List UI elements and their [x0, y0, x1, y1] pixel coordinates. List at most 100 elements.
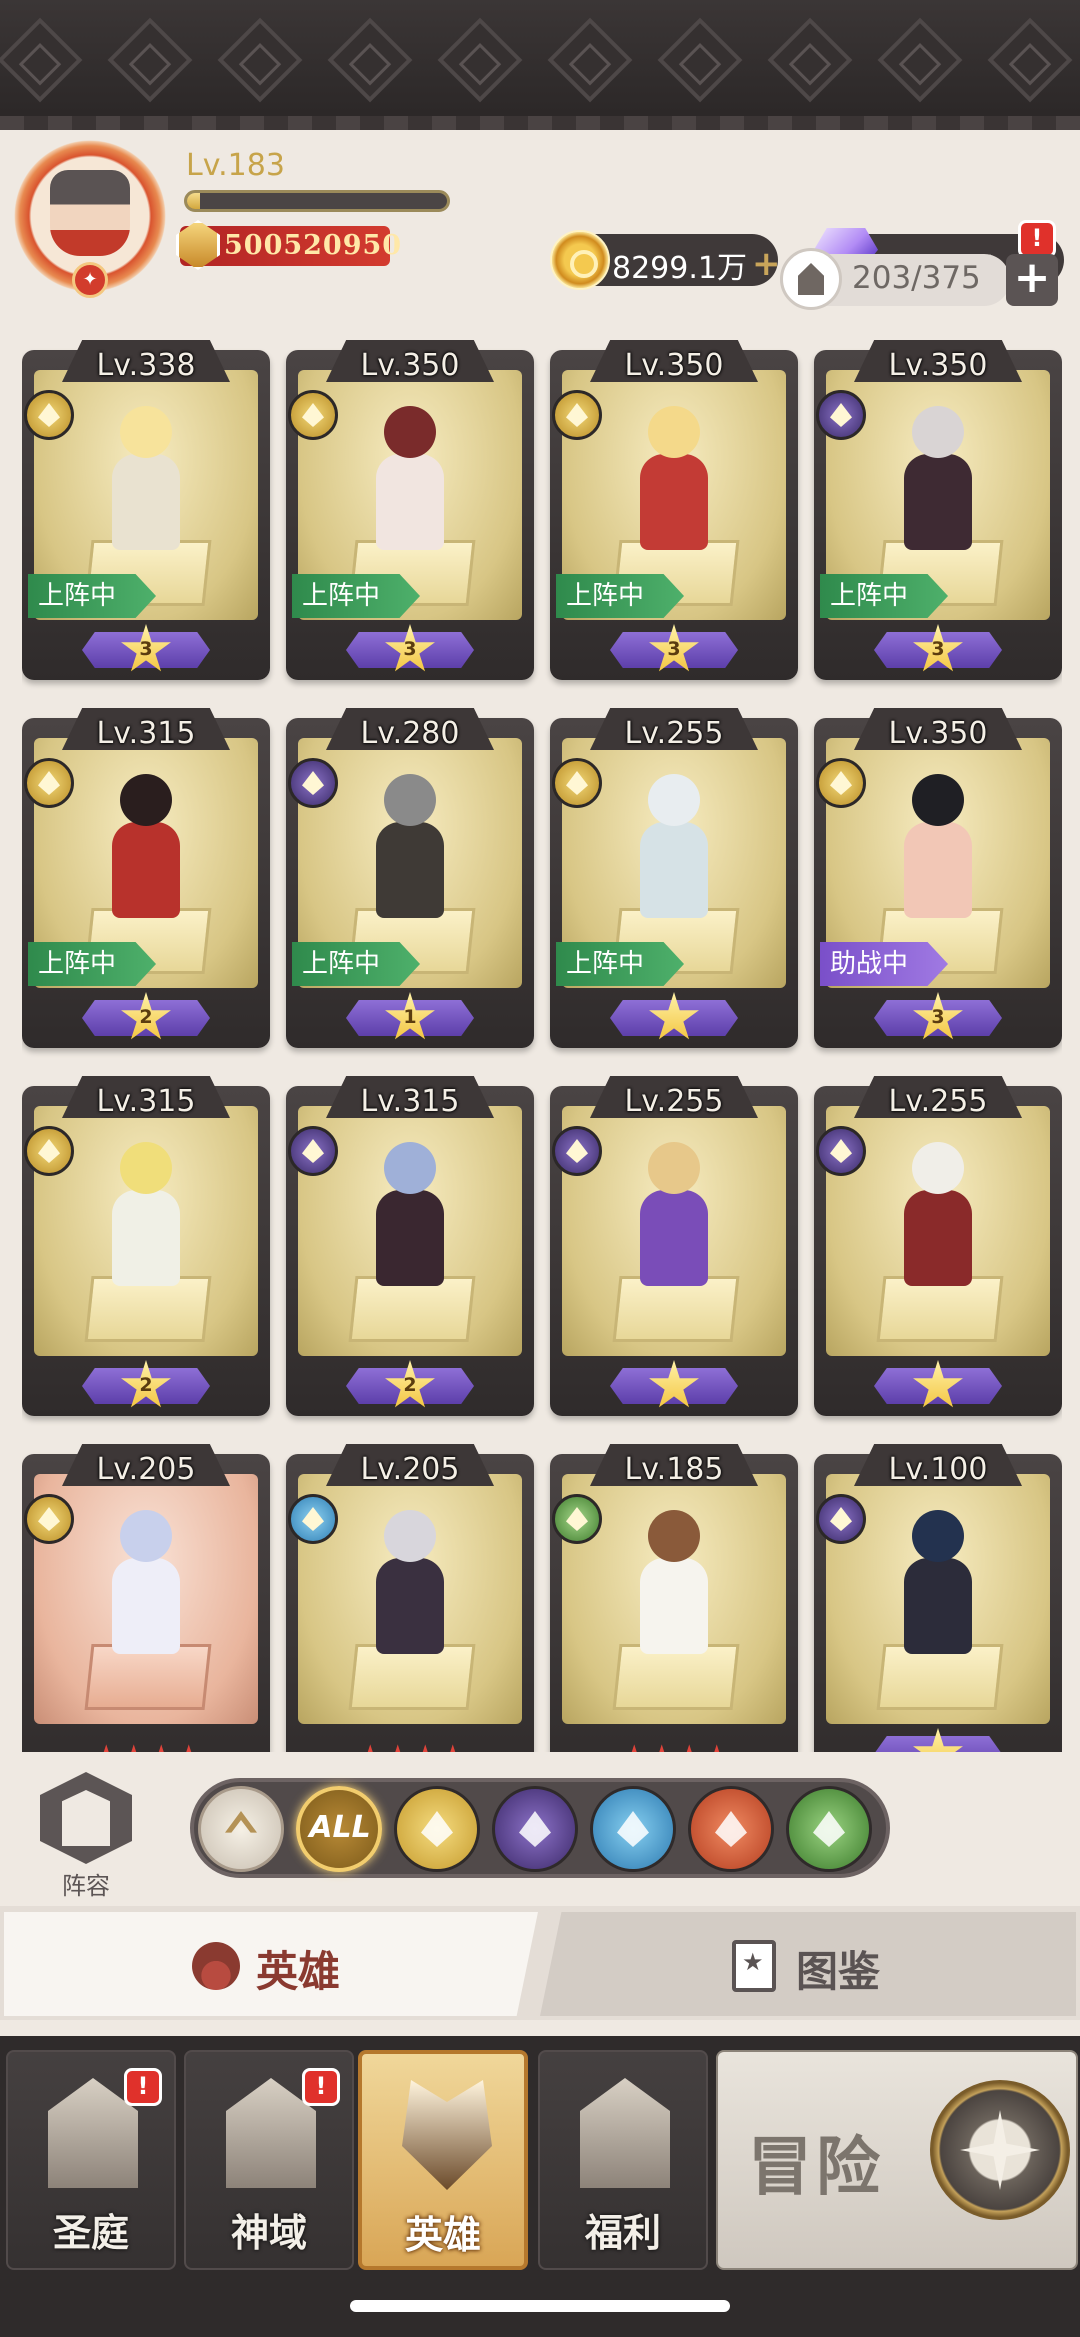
compass-icon — [930, 2080, 1070, 2220]
nav-sanctuary[interactable]: ! 圣庭 — [6, 2050, 176, 2270]
dark-faction-icon — [288, 1126, 338, 1176]
hero-helmet-icon — [192, 1942, 240, 1990]
hero-card[interactable]: Lv.280 上阵中 1 — [286, 708, 534, 1048]
star-count: 2 — [139, 1006, 153, 1028]
hero-sprite-body — [376, 1558, 444, 1654]
hero-level: Lv.100 — [888, 1452, 988, 1487]
hero-sprite — [94, 406, 198, 556]
avatar-portrait — [50, 170, 130, 256]
light-faction-icon — [552, 390, 602, 440]
hero-sprite-body — [904, 1190, 972, 1286]
hero-level: Lv.255 — [624, 1084, 724, 1119]
hero-card[interactable]: Lv.315 上阵中 2 — [22, 708, 270, 1048]
collapse-filter-button[interactable] — [198, 1786, 284, 1872]
hero-card[interactable]: Lv.205 ★★★★ — [286, 1444, 534, 1752]
adventure-button[interactable]: 冒险 — [716, 2050, 1078, 2270]
nav-benefits[interactable]: 福利 — [538, 2050, 708, 2270]
hero-sprite — [886, 1142, 990, 1292]
xp-bar — [184, 190, 450, 212]
deploy-status-tag: 上阵中 — [556, 574, 685, 618]
hero-sprite-body — [640, 822, 708, 918]
hero-sprite-body — [640, 1558, 708, 1654]
filter-fire-icon[interactable] — [688, 1786, 774, 1872]
filter-light-icon[interactable] — [394, 1786, 480, 1872]
star-count: 3 — [667, 638, 681, 660]
hero-sprite-head — [384, 406, 436, 458]
hero-sprite-head — [648, 406, 700, 458]
hero-sprite — [358, 1142, 462, 1292]
section-tabs: 英雄 图鉴 — [0, 1906, 1080, 2020]
hero-card[interactable]: Lv.205 ★★★★ — [22, 1444, 270, 1752]
hero-card[interactable]: Lv.338 上阵中 3 — [22, 340, 270, 680]
hero-sprite-head — [648, 1510, 700, 1562]
hero-card[interactable]: Lv.255 — [550, 1076, 798, 1416]
chess-pawn-icon — [40, 1772, 132, 1864]
hero-card[interactable]: Lv.350 上阵中 3 — [814, 340, 1062, 680]
tab-heroes[interactable]: 英雄 — [4, 1912, 538, 2016]
nav-divine-realm[interactable]: ! 神域 — [184, 2050, 354, 2270]
expand-capacity-button[interactable]: + — [1006, 254, 1058, 306]
hero-sprite-head — [384, 1142, 436, 1194]
hero-sprite-body — [112, 454, 180, 550]
star-count: 2 — [139, 1374, 153, 1396]
hero-card[interactable]: Lv.315 2 — [22, 1076, 270, 1416]
dark-faction-icon — [816, 1494, 866, 1544]
ornament — [877, 17, 963, 103]
hero-sprite-head — [120, 1510, 172, 1562]
star-count: 3 — [931, 1006, 945, 1028]
nav-benefits-label: 福利 — [584, 2211, 661, 2255]
hero-level: Lv.255 — [888, 1084, 988, 1119]
hero-card[interactable]: Lv.350 上阵中 3 — [286, 340, 534, 680]
light-faction-icon — [288, 390, 338, 440]
hero-sprite-head — [120, 774, 172, 826]
filter-dark-icon[interactable] — [492, 1786, 578, 1872]
hero-sprite — [622, 1510, 726, 1660]
hero-sprite-head — [648, 774, 700, 826]
hero-sprite-body — [112, 1190, 180, 1286]
filter-nature-icon[interactable] — [786, 1786, 872, 1872]
hero-sprite-head — [912, 1142, 964, 1194]
gold-value: 8299.1万 — [612, 251, 747, 286]
deploy-status-tag: 上阵中 — [820, 574, 949, 618]
hero-sprite — [622, 406, 726, 556]
power-gem-icon — [176, 220, 220, 270]
hero-level: Lv.205 — [360, 1452, 460, 1487]
nav-heroes[interactable]: 英雄 — [358, 2050, 528, 2270]
hero-card[interactable]: Lv.185 ★★★★ — [550, 1444, 798, 1752]
combat-power-value: 500520950 — [224, 230, 403, 261]
gold-coin-icon — [550, 230, 610, 290]
hero-sprite-body — [376, 1190, 444, 1286]
hero-card[interactable]: Lv.315 2 — [286, 1076, 534, 1416]
hero-sprite-body — [640, 1190, 708, 1286]
filter-order-icon[interactable] — [590, 1786, 676, 1872]
lineup-button[interactable]: 阵容 — [34, 1772, 138, 1900]
hero-card[interactable]: Lv.100 — [814, 1444, 1062, 1752]
hero-sprite-body — [904, 1558, 972, 1654]
hero-sprite-head — [120, 406, 172, 458]
hero-sprite-head — [384, 1510, 436, 1562]
hero-card[interactable]: Lv.350 助战中 3 — [814, 708, 1062, 1048]
deploy-status-tag: 助战中 — [820, 942, 949, 986]
ornament — [217, 17, 303, 103]
rank-badge-icon: ✦ — [72, 262, 108, 298]
hero-sprite-body — [640, 454, 708, 550]
hero-card[interactable]: Lv.255 — [814, 1076, 1062, 1416]
tab-codex[interactable]: 图鉴 — [540, 1912, 1076, 2016]
lineup-label: 阵容 — [62, 1872, 110, 1900]
hero-sprite-head — [648, 1142, 700, 1194]
avatar[interactable]: ✦ — [10, 136, 170, 298]
capacity-value: 203/375 — [852, 260, 981, 296]
filter-all-label: ALL — [309, 1810, 371, 1845]
star-count: 1 — [403, 1006, 417, 1028]
top-decoration — [0, 0, 1080, 130]
filter-all-button[interactable]: ALL — [296, 1786, 382, 1872]
star-count: 2 — [403, 1374, 417, 1396]
light-faction-icon — [24, 390, 74, 440]
nav-heroes-label: 英雄 — [404, 2213, 481, 2257]
add-gold-button[interactable]: + — [752, 244, 781, 284]
treasure-chest-icon — [580, 2078, 670, 2188]
dark-faction-icon — [288, 758, 338, 808]
hero-card[interactable]: Lv.255 上阵中 — [550, 708, 798, 1048]
xp-fill — [187, 193, 200, 209]
hero-card[interactable]: Lv.350 上阵中 3 — [550, 340, 798, 680]
